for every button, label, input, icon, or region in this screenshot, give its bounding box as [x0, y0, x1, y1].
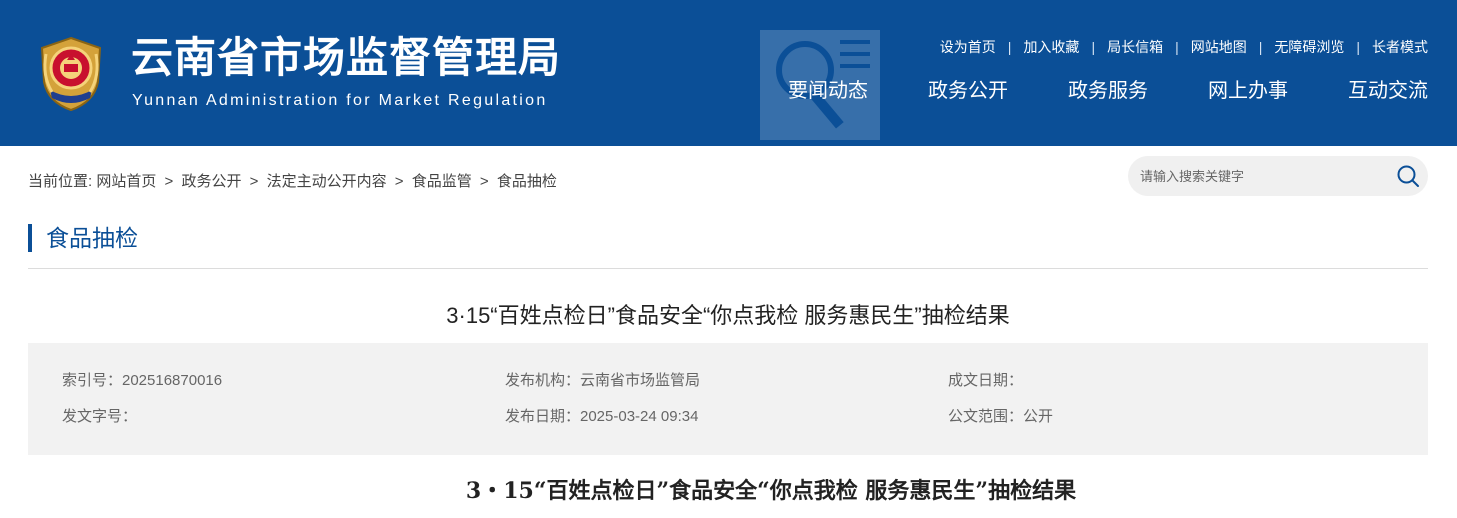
nav-item-interaction[interactable]: 互动交流	[1348, 76, 1428, 106]
meta-publish-date: 发布日期：2025-03-24 09:34	[505, 408, 699, 425]
article-title: 3·15“百姓点检日”食品安全“你点我检 服务惠民生”抽检结果	[446, 303, 1010, 328]
meta-created-date: 成文日期：	[948, 372, 1024, 389]
nav-item-gov-affairs[interactable]: 政务公开	[928, 76, 1008, 106]
link-separator: |	[1091, 39, 1096, 55]
breadcrumb-food-supervision[interactable]: 食品监管	[412, 173, 472, 190]
search-icon[interactable]	[1396, 164, 1420, 188]
breadcrumb-separator: >	[479, 173, 489, 190]
add-favorite-link[interactable]: 加入收藏	[1023, 37, 1079, 57]
meta-scope: 公文范围：公开	[948, 408, 1054, 425]
nav-item-gov-services[interactable]: 政务服务	[1068, 76, 1148, 106]
top-links: 设为首页 | 加入收藏 | 局长信箱 | 网站地图 | 无障碍浏览 | 长者模式	[940, 37, 1428, 57]
elderly-mode-link[interactable]: 长者模式	[1372, 37, 1428, 57]
search-input[interactable]	[1140, 166, 1390, 186]
search-box	[1128, 156, 1428, 196]
breadcrumb-home[interactable]: 网站首页	[96, 173, 156, 190]
breadcrumb-separator: >	[394, 173, 404, 190]
nav-item-online-services[interactable]: 网上办事	[1208, 76, 1288, 106]
meta-index-no: 索引号：202516870016	[62, 372, 223, 389]
breadcrumb-food-sampling[interactable]: 食品抽检	[497, 173, 557, 190]
breadcrumb: 当前位置: 网站首页 > 政务公开 > 法定主动公开内容 > 食品监管 > 食品…	[28, 172, 557, 192]
breadcrumb-prefix: 当前位置:	[28, 173, 93, 190]
link-separator: |	[1007, 39, 1012, 55]
breadcrumb-statutory-disclosure[interactable]: 法定主动公开内容	[267, 173, 387, 190]
accessibility-link[interactable]: 无障碍浏览	[1274, 37, 1344, 57]
article-body-title: 3・15“百姓点检日”食品安全“你点我检 服务惠民生”抽检结果	[465, 478, 1077, 504]
emblem-logo	[40, 36, 102, 112]
breadcrumb-separator: >	[249, 173, 259, 190]
main-nav: 要闻动态 政务公开 政务服务 网上办事 互动交流	[788, 76, 1428, 106]
meta-doc-no: 发文字号：	[62, 408, 138, 425]
link-separator: |	[1175, 39, 1179, 55]
section-title: 食品抽检	[28, 224, 138, 252]
divider	[28, 268, 1428, 269]
link-separator: |	[1356, 39, 1360, 55]
director-mailbox-link[interactable]: 局长信箱	[1107, 37, 1163, 57]
meta-publisher: 发布机构：云南省市场监管局	[505, 372, 701, 389]
nav-item-news[interactable]: 要闻动态	[788, 76, 868, 106]
article-meta-box: 索引号：202516870016 发布机构：云南省市场监管局 成文日期： 发文字…	[28, 343, 1428, 455]
site-title: 云南省市场监督管理局	[131, 33, 562, 82]
link-separator: |	[1258, 39, 1263, 55]
sitemap-link[interactable]: 网站地图	[1191, 37, 1247, 57]
site-subtitle: Yunnan Administration for Market Regulat…	[132, 92, 548, 109]
site-header: 云南省市场监督管理局 Yunnan Administration for Mar…	[0, 0, 1457, 146]
breadcrumb-separator: >	[164, 173, 174, 190]
breadcrumb-gov-affairs[interactable]: 政务公开	[181, 173, 241, 190]
set-homepage-link[interactable]: 设为首页	[940, 37, 996, 57]
